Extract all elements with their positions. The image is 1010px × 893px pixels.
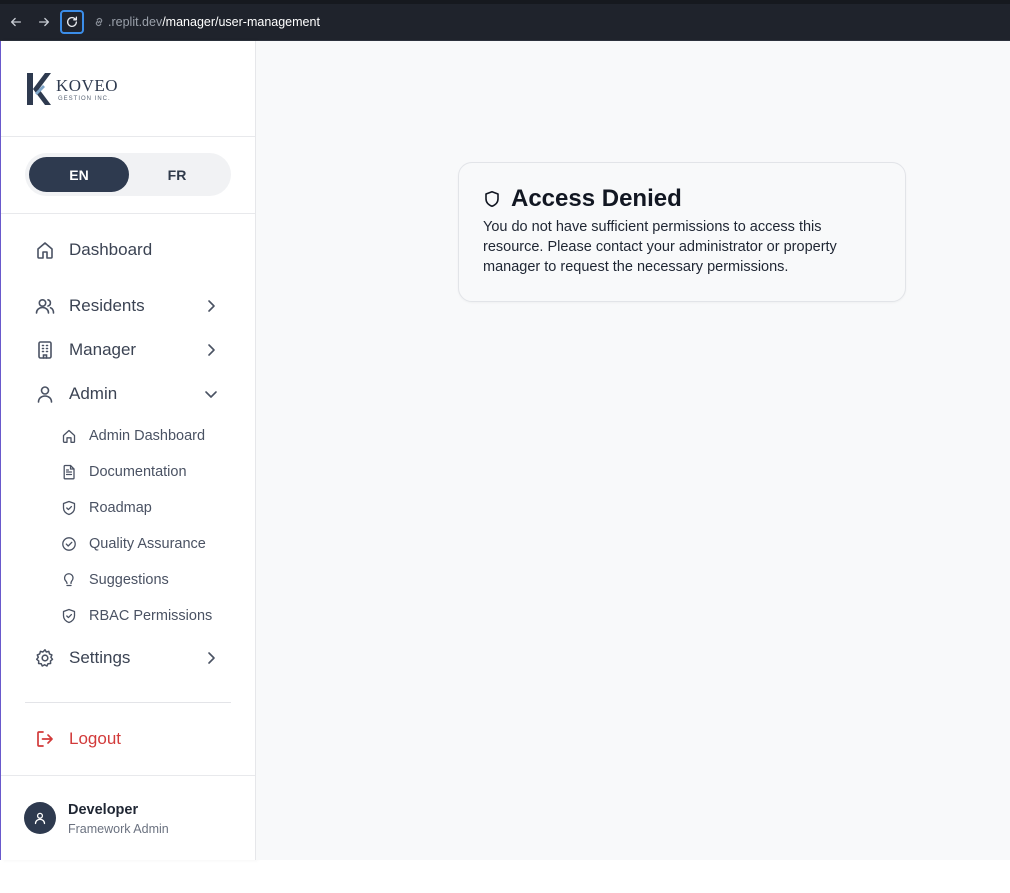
sidebar-subitem-label: Suggestions	[89, 572, 169, 588]
logout-icon	[35, 729, 55, 749]
chevron-down-icon	[205, 391, 217, 398]
user-icon	[35, 384, 55, 404]
user-role: Framework Admin	[68, 822, 169, 836]
sidebar-subitem-label: Admin Dashboard	[89, 428, 206, 444]
sidebar-subitem-suggestions[interactable]: Suggestions	[59, 568, 239, 592]
user-icon	[34, 812, 46, 825]
sidebar-subitem-rbac-permissions[interactable]: RBAC Permissions	[59, 604, 239, 628]
sidebar-item-label: Settings	[69, 648, 131, 667]
shield-check-icon	[61, 500, 77, 516]
language-toggle: EN FR	[25, 153, 231, 196]
reload-button[interactable]	[60, 10, 84, 34]
arrow-right-icon	[38, 17, 50, 27]
sidebar-subitem-label: Roadmap	[89, 500, 152, 516]
sidebar-item-residents[interactable]: Residents	[25, 290, 231, 322]
koveo-logo[interactable]: KOVEO GESTION INC.	[25, 71, 135, 107]
sidebar-item-manager[interactable]: Manager	[25, 334, 231, 366]
avatar	[24, 802, 56, 834]
user-profile[interactable]: Developer Framework Admin	[1, 775, 255, 860]
svg-text:GESTION INC.: GESTION INC.	[58, 96, 111, 102]
back-button[interactable]	[5, 11, 27, 33]
url-domain: .replit.dev	[108, 15, 163, 29]
sidebar: KOVEO GESTION INC. EN FR Dashboard Resid…	[1, 41, 256, 860]
building-icon	[35, 340, 55, 360]
logo-area: KOVEO GESTION INC.	[1, 41, 255, 137]
access-denied-alert: Access Denied You do not have sufficient…	[458, 162, 906, 302]
home-icon	[35, 240, 55, 260]
users-icon	[35, 296, 55, 316]
url-path: /manager/user-management	[162, 15, 320, 29]
main-content: Access Denied You do not have sufficient…	[256, 41, 1010, 860]
sidebar-divider	[25, 702, 231, 703]
logout-button[interactable]: Logout	[25, 723, 231, 755]
sidebar-subitem-label: Quality Assurance	[89, 536, 206, 552]
sidebar-item-admin[interactable]: Admin	[25, 378, 231, 410]
link-icon	[95, 17, 103, 27]
sidebar-item-dashboard[interactable]: Dashboard	[25, 234, 231, 266]
home-icon	[61, 428, 77, 444]
sidebar-item-label: Manager	[69, 340, 137, 359]
browser-toolbar: .replit.dev/manager/user-management	[0, 0, 1010, 41]
chevron-right-icon	[208, 344, 215, 356]
sidebar-subitem-quality-assurance[interactable]: Quality Assurance	[59, 532, 239, 556]
alert-title-text: Access Denied	[511, 185, 682, 212]
arrow-left-icon	[10, 17, 22, 27]
language-fr-button[interactable]: FR	[127, 157, 227, 192]
alert-message: You do not have sufficient permissions t…	[483, 219, 837, 275]
shield-icon	[485, 191, 499, 207]
svg-text:KOVEO: KOVEO	[56, 76, 118, 95]
reload-icon	[66, 16, 78, 27]
chevron-right-icon	[208, 652, 215, 664]
tab-strip	[0, 0, 1010, 4]
file-text-icon	[61, 464, 77, 480]
shield-check-icon	[61, 608, 77, 624]
sidebar-subitem-documentation[interactable]: Documentation	[59, 460, 239, 484]
logout-label: Logout	[69, 729, 121, 748]
sidebar-subitem-roadmap[interactable]: Roadmap	[59, 496, 239, 520]
sidebar-item-settings[interactable]: Settings	[25, 642, 231, 674]
sidebar-item-label: Residents	[69, 296, 145, 315]
sidebar-subitem-label: RBAC Permissions	[89, 608, 213, 624]
lightbulb-icon	[61, 572, 77, 588]
forward-button[interactable]	[33, 11, 55, 33]
sidebar-subitem-admin-dashboard[interactable]: Admin Dashboard	[59, 424, 239, 448]
sidebar-item-label: Dashboard	[69, 240, 153, 259]
alert-title: Access Denied	[483, 185, 682, 213]
chevron-right-icon	[208, 300, 215, 312]
language-en-button[interactable]: EN	[29, 157, 129, 192]
sidebar-item-label: Admin	[69, 384, 118, 403]
user-name: Developer	[68, 802, 139, 818]
gear-icon	[35, 648, 55, 668]
check-circle-icon	[61, 536, 77, 552]
sidebar-subitem-label: Documentation	[89, 464, 187, 480]
language-area: EN FR	[1, 137, 255, 214]
address-bar[interactable]: .replit.dev/manager/user-management	[92, 13, 320, 31]
